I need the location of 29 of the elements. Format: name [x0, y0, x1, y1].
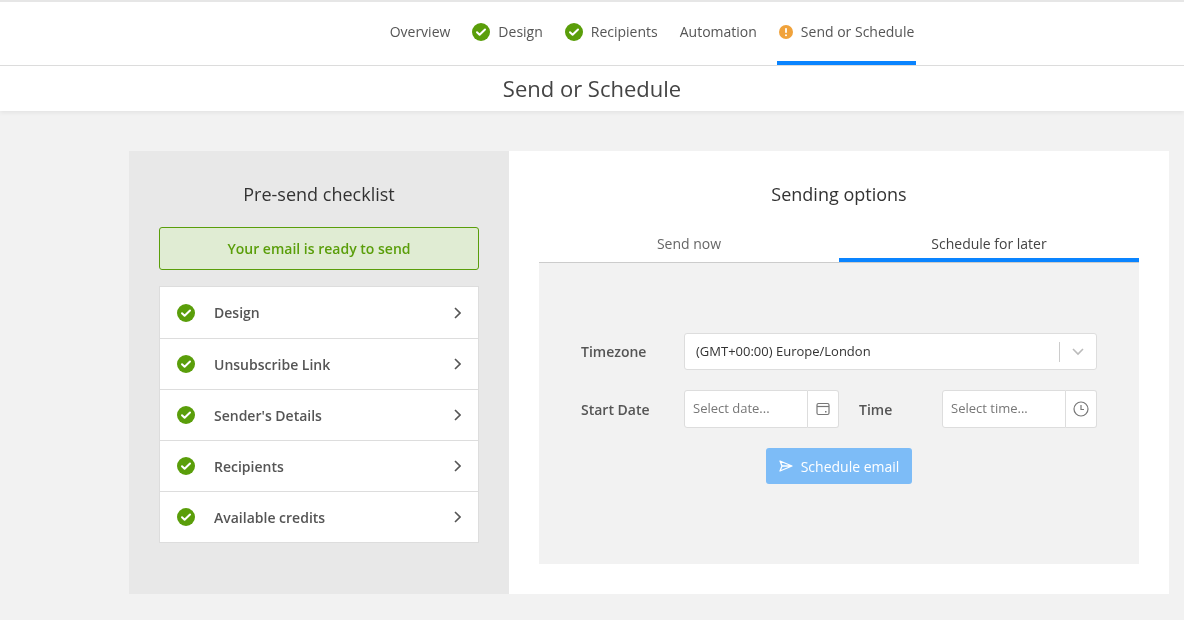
sending-options-title: Sending options [770, 181, 908, 208]
chevron-right-icon [453, 306, 461, 319]
checklist-title: Pre-send checklist [242, 181, 396, 208]
checklist-item[interactable]: Sender's Details [160, 389, 478, 440]
date-field[interactable]: Select date... [684, 390, 808, 428]
chevron-down-icon [1072, 347, 1084, 356]
status-message: Your email is ready to send [159, 227, 479, 270]
step-tab[interactable]: Recipients [562, 2, 660, 65]
timezone-label: Timezone [581, 341, 648, 362]
step-tab[interactable]: Automation [677, 2, 759, 65]
send-icon [778, 460, 793, 472]
start-date-label: Start Date [581, 398, 651, 420]
chevron-right-icon [453, 511, 461, 523]
step-tab[interactable]: Design [470, 2, 545, 65]
step-tab[interactable]: Overview [387, 2, 453, 65]
time-field[interactable]: Select time... [942, 390, 1066, 428]
checklist-item[interactable]: Unsubscribe Link [160, 338, 478, 389]
option-tab[interactable]: Send now [539, 228, 839, 262]
clock-icon [1073, 401, 1089, 417]
chevron-right-icon [453, 460, 461, 472]
chevron-right-icon [453, 409, 461, 421]
timezone-select[interactable]: (GMT+00:00) Europe/London [684, 333, 1097, 370]
time-label: Time [859, 398, 894, 420]
checklist-item[interactable]: Design [160, 287, 478, 338]
chevron-right-icon [453, 358, 461, 370]
calendar-icon [816, 402, 830, 416]
checklist-item[interactable]: Recipients [160, 440, 478, 491]
page-title: Send or Schedule [502, 72, 682, 105]
checklist-item[interactable]: Available credits [160, 491, 478, 542]
